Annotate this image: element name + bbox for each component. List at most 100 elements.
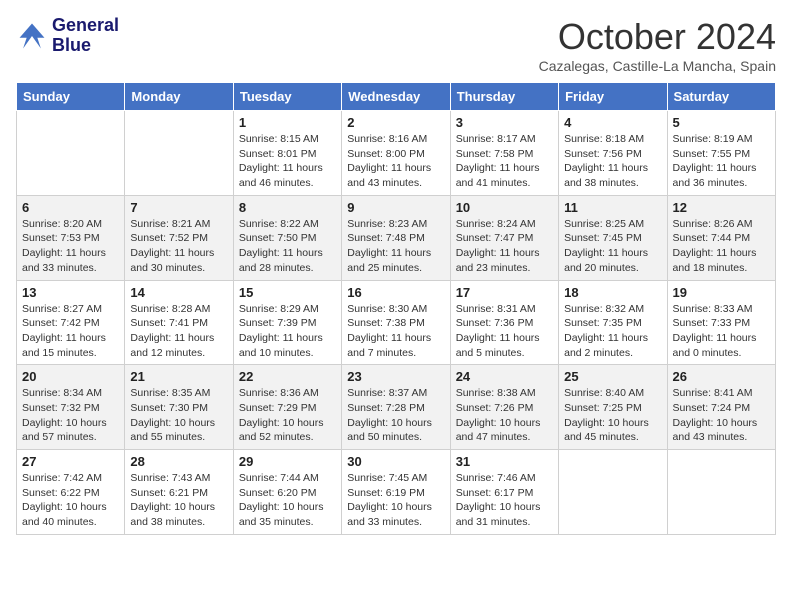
day-number: 16 [347,285,444,300]
calendar-cell: 2Sunrise: 8:16 AM Sunset: 8:00 PM Daylig… [342,111,450,196]
day-number: 12 [673,200,770,215]
day-number: 23 [347,369,444,384]
calendar-cell: 9 Sunrise: 8:23 AM Sunset: 7:48 PM Daylig… [342,195,450,280]
day-info: Sunrise: 8:40 AM Sunset: 7:25 PM Dayligh… [564,386,661,445]
day-number: 18 [564,285,661,300]
day-info: Sunrise: 8:35 AM Sunset: 7:30 PM Dayligh… [130,386,227,445]
day-info: Sunrise: 8:37 AM Sunset: 7:28 PM Dayligh… [347,386,444,445]
day-info: Sunrise: 7:46 AM Sunset: 6:17 PM Dayligh… [456,471,553,530]
calendar-cell: 16Sunrise: 8:30 AM Sunset: 7:38 PM Dayli… [342,280,450,365]
day-number: 7 [130,200,227,215]
page-header: General Blue October 2024 Cazalegas, Cas… [16,16,776,74]
calendar-cell: 22Sunrise: 8:36 AM Sunset: 7:29 PM Dayli… [233,365,341,450]
day-number: 20 [22,369,119,384]
day-number: 4 [564,115,661,130]
calendar-cell: 12Sunrise: 8:26 AM Sunset: 7:44 PM Dayli… [667,195,775,280]
calendar-cell: 29 Sunrise: 7:44 AM Sunset: 6:20 PM Dayli… [233,450,341,535]
calendar-cell: 4 Sunrise: 8:18 AM Sunset: 7:56 PM Daylig… [559,111,667,196]
day-number: 27 [22,454,119,469]
day-info: Sunrise: 8:41 AM Sunset: 7:24 PM Dayligh… [673,386,770,445]
day-info: Sunrise: 7:42 AM Sunset: 6:22 PM Dayligh… [22,471,119,530]
day-number: 31 [456,454,553,469]
calendar-cell: 26 Sunrise: 8:41 AM Sunset: 7:24 PM Dayli… [667,365,775,450]
calendar-week-row: 27 Sunrise: 7:42 AM Sunset: 6:22 PM Dayli… [17,450,776,535]
calendar-week-row: 13 Sunrise: 8:27 AM Sunset: 7:42 PM Dayli… [17,280,776,365]
day-info: Sunrise: 8:23 AM Sunset: 7:48 PM Dayligh… [347,217,444,276]
day-number: 6 [22,200,119,215]
calendar-cell [559,450,667,535]
day-number: 8 [239,200,336,215]
calendar-cell: 15 Sunrise: 8:29 AM Sunset: 7:39 PM Dayli… [233,280,341,365]
calendar-cell: 31 Sunrise: 7:46 AM Sunset: 6:17 PM Dayli… [450,450,558,535]
calendar-cell: 1 Sunrise: 8:15 AM Sunset: 8:01 PM Daylig… [233,111,341,196]
weekday-header-row: SundayMondayTuesdayWednesdayThursdayFrid… [17,83,776,111]
calendar-cell: 27 Sunrise: 7:42 AM Sunset: 6:22 PM Dayli… [17,450,125,535]
calendar-cell: 11 Sunrise: 8:25 AM Sunset: 7:45 PM Dayli… [559,195,667,280]
day-info: Sunrise: 8:19 AM Sunset: 7:55 PM Dayligh… [673,132,770,191]
calendar-cell: 18 Sunrise: 8:32 AM Sunset: 7:35 PM Dayli… [559,280,667,365]
calendar-week-row: 1 Sunrise: 8:15 AM Sunset: 8:01 PM Daylig… [17,111,776,196]
calendar-cell: 5Sunrise: 8:19 AM Sunset: 7:55 PM Daylig… [667,111,775,196]
weekday-header-wednesday: Wednesday [342,83,450,111]
day-number: 11 [564,200,661,215]
day-info: Sunrise: 8:29 AM Sunset: 7:39 PM Dayligh… [239,302,336,361]
calendar-cell: 6Sunrise: 8:20 AM Sunset: 7:53 PM Daylig… [17,195,125,280]
calendar-cell: 21Sunrise: 8:35 AM Sunset: 7:30 PM Dayli… [125,365,233,450]
day-number: 13 [22,285,119,300]
day-info: Sunrise: 8:38 AM Sunset: 7:26 PM Dayligh… [456,386,553,445]
calendar-cell: 17 Sunrise: 8:31 AM Sunset: 7:36 PM Dayli… [450,280,558,365]
day-info: Sunrise: 8:27 AM Sunset: 7:42 PM Dayligh… [22,302,119,361]
day-number: 29 [239,454,336,469]
day-number: 15 [239,285,336,300]
logo: General Blue [16,16,119,56]
calendar-cell: 7Sunrise: 8:21 AM Sunset: 7:52 PM Daylig… [125,195,233,280]
calendar-cell [667,450,775,535]
weekday-header-monday: Monday [125,83,233,111]
calendar-cell: 20 Sunrise: 8:34 AM Sunset: 7:32 PM Dayli… [17,365,125,450]
calendar-cell: 23 Sunrise: 8:37 AM Sunset: 7:28 PM Dayli… [342,365,450,450]
day-info: Sunrise: 8:36 AM Sunset: 7:29 PM Dayligh… [239,386,336,445]
day-info: Sunrise: 8:18 AM Sunset: 7:56 PM Dayligh… [564,132,661,191]
day-info: Sunrise: 8:25 AM Sunset: 7:45 PM Dayligh… [564,217,661,276]
logo-icon [16,20,48,52]
day-info: Sunrise: 8:16 AM Sunset: 8:00 PM Dayligh… [347,132,444,191]
day-info: Sunrise: 8:33 AM Sunset: 7:33 PM Dayligh… [673,302,770,361]
day-info: Sunrise: 8:28 AM Sunset: 7:41 PM Dayligh… [130,302,227,361]
day-number: 9 [347,200,444,215]
title-block: October 2024 Cazalegas, Castille-La Manc… [539,16,776,74]
day-number: 25 [564,369,661,384]
calendar-cell: 28Sunrise: 7:43 AM Sunset: 6:21 PM Dayli… [125,450,233,535]
calendar-cell: 25 Sunrise: 8:40 AM Sunset: 7:25 PM Dayli… [559,365,667,450]
calendar-cell: 30 Sunrise: 7:45 AM Sunset: 6:19 PM Dayli… [342,450,450,535]
month-title: October 2024 [539,16,776,58]
day-number: 30 [347,454,444,469]
calendar-cell: 14Sunrise: 8:28 AM Sunset: 7:41 PM Dayli… [125,280,233,365]
calendar-table: SundayMondayTuesdayWednesdayThursdayFrid… [16,82,776,535]
calendar-cell: 13 Sunrise: 8:27 AM Sunset: 7:42 PM Dayli… [17,280,125,365]
day-info: Sunrise: 8:22 AM Sunset: 7:50 PM Dayligh… [239,217,336,276]
calendar-cell [125,111,233,196]
day-info: Sunrise: 8:31 AM Sunset: 7:36 PM Dayligh… [456,302,553,361]
logo-text: General Blue [52,16,119,56]
day-info: Sunrise: 8:15 AM Sunset: 8:01 PM Dayligh… [239,132,336,191]
day-info: Sunrise: 8:17 AM Sunset: 7:58 PM Dayligh… [456,132,553,191]
day-info: Sunrise: 7:44 AM Sunset: 6:20 PM Dayligh… [239,471,336,530]
day-number: 3 [456,115,553,130]
calendar-cell [17,111,125,196]
weekday-header-sunday: Sunday [17,83,125,111]
day-number: 10 [456,200,553,215]
day-number: 17 [456,285,553,300]
weekday-header-friday: Friday [559,83,667,111]
day-number: 26 [673,369,770,384]
calendar-cell: 19 Sunrise: 8:33 AM Sunset: 7:33 PM Dayli… [667,280,775,365]
day-info: Sunrise: 7:45 AM Sunset: 6:19 PM Dayligh… [347,471,444,530]
weekday-header-saturday: Saturday [667,83,775,111]
calendar-cell: 10Sunrise: 8:24 AM Sunset: 7:47 PM Dayli… [450,195,558,280]
day-number: 19 [673,285,770,300]
weekday-header-thursday: Thursday [450,83,558,111]
calendar-week-row: 20 Sunrise: 8:34 AM Sunset: 7:32 PM Dayli… [17,365,776,450]
day-info: Sunrise: 8:34 AM Sunset: 7:32 PM Dayligh… [22,386,119,445]
day-number: 1 [239,115,336,130]
day-info: Sunrise: 8:32 AM Sunset: 7:35 PM Dayligh… [564,302,661,361]
calendar-cell: 8 Sunrise: 8:22 AM Sunset: 7:50 PM Daylig… [233,195,341,280]
